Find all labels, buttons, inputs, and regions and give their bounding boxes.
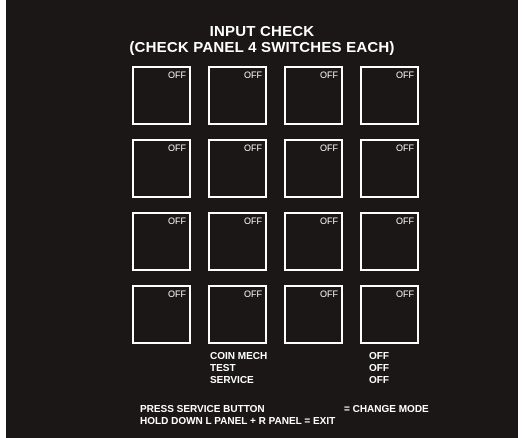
switch-state: OFF: [168, 70, 186, 80]
switch-state: OFF: [168, 289, 186, 299]
switch-state: OFF: [244, 216, 262, 226]
panel-switch[interactable]: OFF: [208, 139, 267, 198]
switch-state: OFF: [396, 143, 414, 153]
panel-switch[interactable]: OFF: [208, 212, 267, 271]
switch-state: OFF: [320, 289, 338, 299]
screen-title: INPUT CHECK: [209, 23, 315, 40]
panel-switch[interactable]: OFF: [284, 212, 343, 271]
switch-state: OFF: [320, 143, 338, 153]
panel-switch[interactable]: OFF: [284, 285, 343, 344]
test-label: TEST: [210, 363, 236, 374]
panel-switch[interactable]: OFF: [360, 285, 419, 344]
test-value: OFF: [369, 363, 389, 374]
panel-switch[interactable]: OFF: [132, 285, 191, 344]
switch-state: OFF: [168, 216, 186, 226]
input-check-screen: INPUT CHECK (CHECK PANEL 4 SWITCHES EACH…: [6, 0, 518, 438]
switch-state: OFF: [396, 70, 414, 80]
switch-state: OFF: [320, 70, 338, 80]
panel-switch[interactable]: OFF: [360, 66, 419, 125]
footer-exit-instruction: HOLD DOWN L PANEL + R PANEL = EXIT: [140, 416, 336, 427]
panel-switch[interactable]: OFF: [360, 139, 419, 198]
service-label: SERVICE: [210, 375, 254, 386]
panel-switch-grid: OFF OFF OFF OFF OFF OFF OFF OFF OFF OFF …: [132, 66, 419, 344]
panel-switch[interactable]: OFF: [208, 66, 267, 125]
panel-switch[interactable]: OFF: [132, 139, 191, 198]
switch-state: OFF: [244, 70, 262, 80]
panel-switch[interactable]: OFF: [132, 212, 191, 271]
switch-state: OFF: [168, 143, 186, 153]
switch-state: OFF: [244, 143, 262, 153]
footer-change-mode: = CHANGE MODE: [344, 404, 429, 415]
panel-switch[interactable]: OFF: [360, 212, 419, 271]
screen-subtitle: (CHECK PANEL 4 SWITCHES EACH): [129, 39, 395, 56]
switch-state: OFF: [244, 289, 262, 299]
panel-switch[interactable]: OFF: [284, 66, 343, 125]
switch-state: OFF: [320, 216, 338, 226]
coin-mech-label: COIN MECH: [210, 351, 268, 362]
panel-switch[interactable]: OFF: [132, 66, 191, 125]
service-value: OFF: [369, 375, 389, 386]
panel-switch[interactable]: OFF: [208, 285, 267, 344]
footer-service-instruction: PRESS SERVICE BUTTON: [140, 404, 265, 415]
switch-state: OFF: [396, 216, 414, 226]
panel-switch[interactable]: OFF: [284, 139, 343, 198]
switch-state: OFF: [396, 289, 414, 299]
coin-mech-value: OFF: [369, 351, 389, 362]
